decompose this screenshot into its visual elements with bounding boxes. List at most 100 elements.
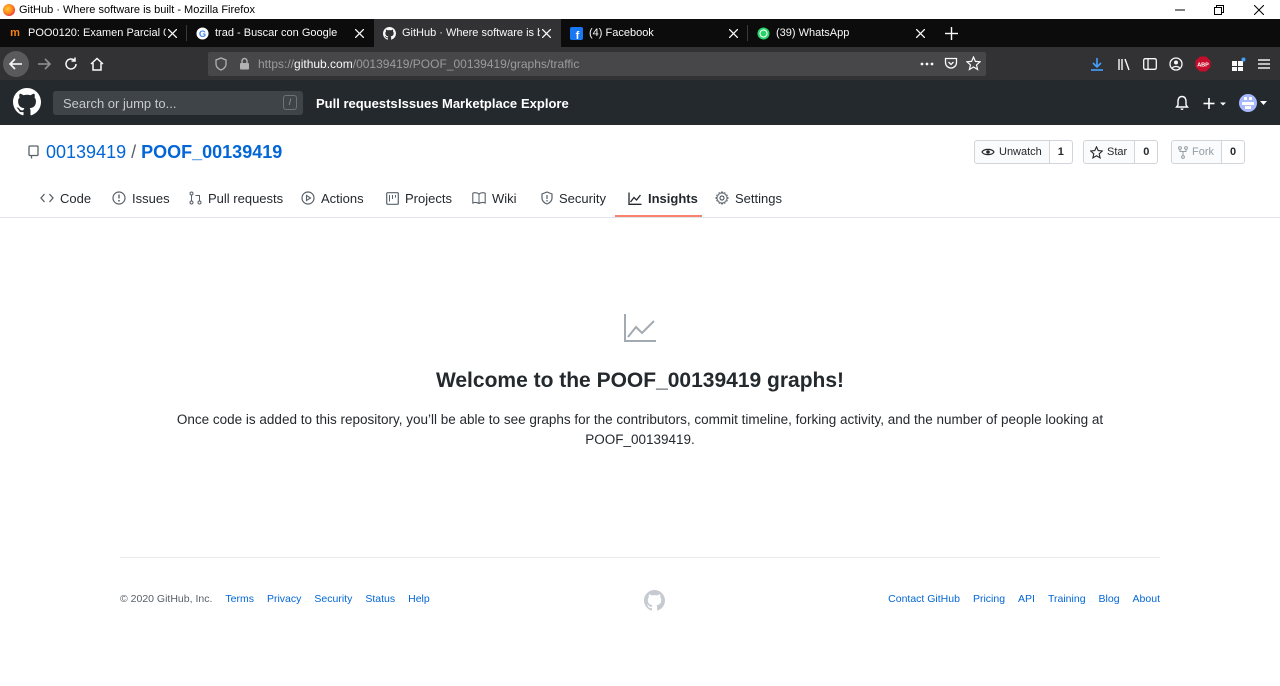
unwatch-button[interactable]: Unwatch bbox=[975, 141, 1050, 163]
footer-link-security[interactable]: Security bbox=[314, 593, 352, 605]
tab-title: GitHub · Where software is built bbox=[402, 27, 540, 39]
footer-link-training[interactable]: Training bbox=[1048, 593, 1086, 605]
header-nav-pull-requests[interactable]: Pull requests bbox=[316, 96, 398, 111]
close-tab-icon[interactable] bbox=[352, 26, 366, 40]
hamburger-menu-icon bbox=[1258, 59, 1270, 69]
lock-icon[interactable] bbox=[239, 57, 250, 70]
close-window-button[interactable] bbox=[1239, 0, 1279, 19]
footer-copyright: © 2020 GitHub, Inc. bbox=[120, 593, 213, 605]
tab-actions[interactable]: Actions bbox=[301, 188, 364, 208]
tab-projects[interactable]: Projects bbox=[386, 188, 452, 208]
avatar[interactable] bbox=[1239, 94, 1257, 112]
minimize-button[interactable] bbox=[1160, 0, 1200, 19]
download-icon bbox=[1091, 58, 1103, 71]
close-tab-icon[interactable] bbox=[165, 26, 179, 40]
project-icon bbox=[386, 191, 399, 205]
search-placeholder: Search or jump to... bbox=[63, 96, 177, 111]
footer-link-terms[interactable]: Terms bbox=[225, 593, 254, 605]
fork-icon bbox=[1178, 145, 1188, 159]
github-search-input[interactable]: Search or jump to... / bbox=[53, 91, 303, 115]
menu-button[interactable] bbox=[1251, 51, 1277, 77]
account-button[interactable] bbox=[1163, 51, 1189, 77]
facebook-icon: f bbox=[569, 26, 583, 40]
header-nav-marketplace[interactable]: Marketplace bbox=[442, 96, 517, 111]
whatsapp-icon bbox=[756, 26, 770, 40]
repo-owner-link[interactable]: 00139419 bbox=[46, 142, 126, 162]
tab-settings[interactable]: Settings bbox=[715, 188, 782, 208]
adblock-plus-button[interactable]: ABP bbox=[1190, 51, 1216, 77]
restore-button[interactable] bbox=[1199, 0, 1239, 19]
bell-icon[interactable] bbox=[1175, 95, 1189, 111]
footer-link-blog[interactable]: Blog bbox=[1099, 593, 1120, 605]
page-actions-icon[interactable] bbox=[920, 62, 934, 66]
footer-link-privacy[interactable]: Privacy bbox=[267, 593, 301, 605]
code-icon bbox=[40, 193, 54, 203]
close-tab-icon[interactable] bbox=[539, 26, 553, 40]
svg-text:ABP: ABP bbox=[1197, 63, 1209, 69]
close-tab-icon[interactable] bbox=[726, 26, 740, 40]
header-nav-explore[interactable]: Explore bbox=[521, 96, 569, 111]
star-bookmark-icon[interactable] bbox=[966, 56, 981, 71]
graph-icon bbox=[624, 314, 656, 342]
forward-button[interactable] bbox=[31, 51, 57, 77]
tab-insights[interactable]: Insights bbox=[628, 188, 698, 208]
window-titlebar: GitHub · Where software is built - Mozil… bbox=[0, 0, 1280, 19]
forks-count[interactable]: 0 bbox=[1222, 141, 1245, 163]
footer-link-contact-github[interactable]: Contact GitHub bbox=[888, 593, 960, 605]
tab-facebook[interactable]: f (4) Facebook bbox=[561, 19, 748, 47]
footer-link-about[interactable]: About bbox=[1133, 593, 1160, 605]
new-tab-button[interactable] bbox=[937, 19, 965, 47]
library-button[interactable] bbox=[1111, 51, 1137, 77]
close-tab-icon[interactable] bbox=[913, 26, 927, 40]
tab-security[interactable]: Security bbox=[541, 188, 606, 208]
shield-icon[interactable] bbox=[215, 57, 227, 71]
star-button[interactable]: Star bbox=[1084, 141, 1136, 163]
url-bar[interactable]: https://github.com/00139419/POOF_0013941… bbox=[208, 52, 986, 76]
tab-github[interactable]: GitHub · Where software is built bbox=[374, 19, 561, 47]
reload-icon bbox=[65, 57, 77, 70]
header-nav-issues[interactable]: Issues bbox=[398, 96, 438, 111]
tab-issues[interactable]: Issues bbox=[112, 188, 170, 208]
search-shortcut-key: / bbox=[283, 95, 297, 110]
minimize-icon bbox=[1175, 9, 1185, 10]
tab-label: Actions bbox=[321, 190, 364, 206]
tab-whatsapp[interactable]: (39) WhatsApp bbox=[748, 19, 935, 47]
extensions-button[interactable] bbox=[1225, 51, 1251, 77]
downloads-button[interactable] bbox=[1084, 51, 1110, 77]
tab-pull-requests[interactable]: Pull requests bbox=[189, 188, 283, 208]
reload-button[interactable] bbox=[58, 51, 84, 77]
footer-link-help[interactable]: Help bbox=[408, 593, 430, 605]
tab-label: Issues bbox=[132, 190, 170, 206]
url-text[interactable]: https://github.com/00139419/POOF_0013941… bbox=[258, 57, 579, 71]
tab-google[interactable]: G trad - Buscar con Google bbox=[187, 19, 374, 47]
unwatch-button-group: Unwatch 1 bbox=[974, 140, 1073, 164]
create-new-dropdown-icon[interactable] bbox=[1203, 97, 1229, 110]
repo-name-link[interactable]: POOF_00139419 bbox=[141, 142, 282, 162]
watchers-count[interactable]: 1 bbox=[1049, 141, 1072, 163]
account-icon bbox=[1169, 57, 1183, 71]
url-path: /00139419/POOF_00139419/graphs/traffic bbox=[352, 57, 580, 71]
tab-code[interactable]: Code bbox=[40, 188, 91, 208]
tab-moodle[interactable]: m POO0120: Examen Parcial 03 bbox=[0, 19, 187, 47]
chevron-down-icon[interactable] bbox=[1260, 101, 1267, 105]
stargazers-count[interactable]: 0 bbox=[1135, 141, 1158, 163]
graph-icon bbox=[628, 192, 642, 205]
footer-link-pricing[interactable]: Pricing bbox=[973, 593, 1005, 605]
pocket-icon[interactable] bbox=[944, 57, 958, 70]
arrow-right-icon bbox=[38, 58, 51, 70]
fork-button[interactable]: Fork bbox=[1172, 141, 1222, 163]
footer-link-status[interactable]: Status bbox=[365, 593, 395, 605]
home-button[interactable] bbox=[84, 51, 110, 77]
github-logo-icon[interactable] bbox=[13, 88, 41, 116]
github-mark-icon[interactable] bbox=[644, 590, 665, 611]
back-button[interactable] bbox=[3, 51, 29, 77]
plus-icon bbox=[944, 26, 958, 40]
sidebar-button[interactable] bbox=[1137, 51, 1163, 77]
star-button-group: Star 0 bbox=[1083, 140, 1159, 164]
footer-link-api[interactable]: API bbox=[1018, 593, 1035, 605]
unwatch-label: Unwatch bbox=[999, 146, 1042, 158]
footer-divider bbox=[120, 557, 1160, 558]
tab-wiki[interactable]: Wiki bbox=[472, 188, 517, 208]
book-icon bbox=[472, 192, 486, 204]
star-label: Star bbox=[1107, 146, 1128, 158]
